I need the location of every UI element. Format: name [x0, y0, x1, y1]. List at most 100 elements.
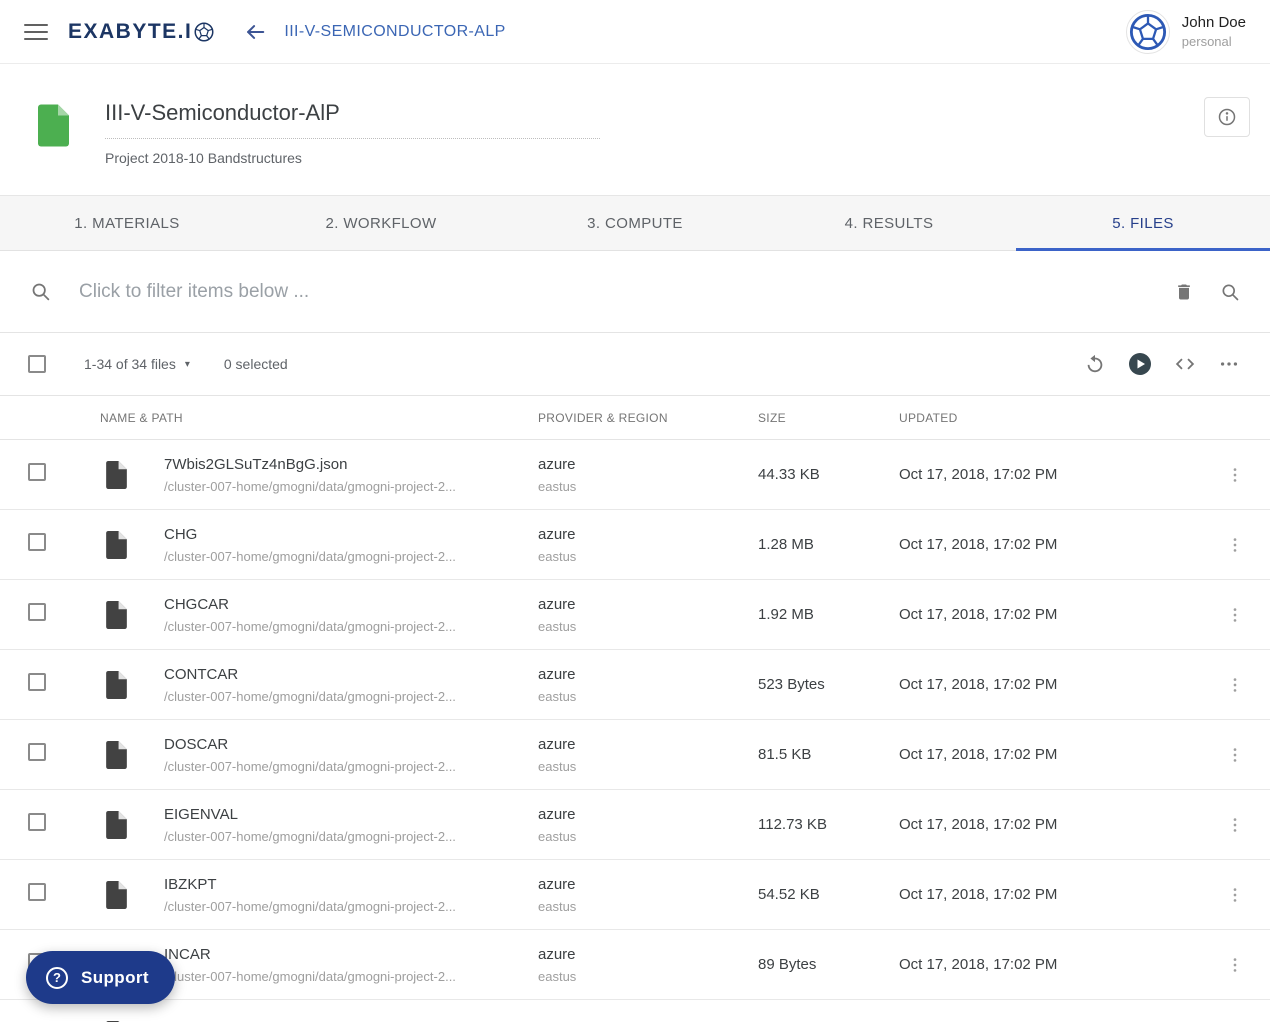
tab-5-files[interactable]: 5. FILES	[1016, 196, 1270, 251]
row-checkbox[interactable]	[28, 673, 46, 691]
delete-button[interactable]	[1174, 282, 1194, 302]
provider: azure	[538, 455, 576, 473]
table-row[interactable]: 7Wbis2GLSuTz4nBgG.json /cluster-007-home…	[0, 440, 1270, 510]
pagination-dropdown[interactable]: 1-34 of 34 files ▾	[84, 356, 190, 372]
more-vert-icon	[1233, 607, 1237, 622]
table-row[interactable]: CHGCAR /cluster-007-home/gmogni/data/gmo…	[0, 580, 1270, 650]
table-row[interactable]: IBZKPT /cluster-007-home/gmogni/data/gmo…	[0, 860, 1270, 930]
row-menu-button[interactable]	[1225, 675, 1245, 695]
row-menu-cell	[1200, 535, 1270, 555]
top-navbar: EXABYTE.I III-V-SEMICONDUCTOR-ALP John D…	[0, 0, 1270, 64]
support-button[interactable]: ? Support	[26, 951, 175, 1004]
provider-region-cell: azure eastus	[538, 876, 758, 914]
user-avatar[interactable]	[1125, 9, 1170, 54]
file-updated: Oct 17, 2018, 17:02 PM	[899, 466, 1058, 483]
project-file-icon	[38, 104, 69, 147]
support-label: Support	[81, 967, 149, 987]
file-path: /cluster-007-home/gmogni/data/gmogni-pro…	[164, 548, 456, 564]
row-menu-button[interactable]	[1225, 955, 1245, 975]
provider: azure	[538, 595, 576, 613]
file-size: 54.52 KB	[758, 886, 820, 903]
row-checkbox[interactable]	[28, 813, 46, 831]
row-menu-button[interactable]	[1225, 885, 1245, 905]
tabs-bar: 1. MATERIALS 2. WORKFLOW 3. COMPUTE 4. R…	[0, 195, 1270, 251]
row-menu-button[interactable]	[1225, 605, 1245, 625]
name-path-cell: INCAR /cluster-007-home/gmogni/data/gmog…	[148, 946, 538, 984]
select-all-checkbox[interactable]	[28, 355, 46, 373]
file-icon	[105, 460, 127, 489]
provider-region-cell: azure eastus	[538, 946, 758, 984]
table-row[interactable]: INCAR /cluster-007-home/gmogni/data/gmog…	[0, 930, 1270, 1000]
toolbar-actions	[1084, 352, 1240, 376]
tab-label: 4. RESULTS	[844, 214, 934, 232]
more-vert-icon	[1233, 467, 1237, 482]
table-row[interactable]: DOSCAR /cluster-007-home/gmogni/data/gmo…	[0, 720, 1270, 790]
list-toolbar: 1-34 of 34 files ▾ 0 selected	[0, 333, 1270, 395]
tab-3-compute[interactable]: 3. COMPUTE	[508, 196, 762, 250]
page-subtitle: Project 2018-10 Bandstructures	[105, 150, 302, 166]
name-path-cell: CHGCAR /cluster-007-home/gmogni/data/gmo…	[148, 596, 538, 634]
hamburger-menu-icon[interactable]	[24, 23, 48, 40]
file-name: DOSCAR	[164, 735, 229, 753]
code-button[interactable]	[1174, 353, 1196, 375]
more-vert-icon	[1233, 747, 1237, 762]
column-header-size[interactable]: SIZE	[758, 411, 899, 425]
file-updated: Oct 17, 2018, 17:02 PM	[899, 606, 1058, 623]
user-account: personal	[1181, 34, 1232, 49]
file-size: 1.92 MB	[758, 606, 814, 623]
row-menu-button[interactable]	[1225, 815, 1245, 835]
logo[interactable]: EXABYTE.I	[68, 20, 214, 44]
file-icon	[105, 880, 127, 909]
file-path: /cluster-007-home/gmogni/data/gmogni-pro…	[164, 618, 456, 634]
column-header-provider-region[interactable]: PROVIDER & REGION	[538, 411, 758, 425]
avatar-ball-icon	[1129, 13, 1166, 50]
file-table-body: 7Wbis2GLSuTz4nBgG.json /cluster-007-home…	[0, 440, 1270, 1022]
table-row[interactable]: CHG /cluster-007-home/gmogni/data/gmogni…	[0, 510, 1270, 580]
user-info[interactable]: John Doe personal	[1182, 14, 1254, 49]
file-updated: Oct 17, 2018, 17:02 PM	[899, 816, 1058, 833]
title-block: III-V-Semiconductor-AlP Project 2018-10 …	[105, 100, 600, 195]
row-checkbox[interactable]	[28, 743, 46, 761]
row-checkbox-cell	[0, 813, 84, 836]
row-checkbox[interactable]	[28, 603, 46, 621]
row-checkbox[interactable]	[28, 883, 46, 901]
run-button[interactable]	[1128, 352, 1152, 376]
table-row[interactable]: KPOINTS	[0, 1000, 1270, 1022]
table-row[interactable]: EIGENVAL /cluster-007-home/gmogni/data/g…	[0, 790, 1270, 860]
row-menu-button[interactable]	[1225, 535, 1245, 555]
file-path: /cluster-007-home/gmogni/data/gmogni-pro…	[164, 758, 456, 774]
more-button[interactable]	[1218, 353, 1240, 375]
tab-2-workflow[interactable]: 2. WORKFLOW	[254, 196, 508, 250]
region: eastus	[538, 688, 577, 704]
column-header-name-path[interactable]: NAME & PATH	[84, 411, 538, 425]
filter-actions	[1174, 282, 1240, 302]
provider: azure	[538, 665, 576, 683]
tab-4-results[interactable]: 4. RESULTS	[762, 196, 1016, 250]
search-button[interactable]	[1220, 282, 1240, 302]
search-icon	[1222, 284, 1239, 300]
tab-1-materials[interactable]: 1. MATERIALS	[0, 196, 254, 250]
row-menu-button[interactable]	[1225, 745, 1245, 765]
selected-count: 0 selected	[223, 356, 288, 372]
refresh-button[interactable]	[1084, 353, 1106, 375]
row-checkbox[interactable]	[28, 533, 46, 551]
row-checkbox[interactable]	[28, 463, 46, 481]
file-name: 7Wbis2GLSuTz4nBgG.json	[164, 455, 348, 473]
info-button[interactable]	[1204, 97, 1250, 137]
page-title: III-V-Semiconductor-AlP	[105, 100, 600, 139]
name-path-cell: EIGENVAL /cluster-007-home/gmogni/data/g…	[148, 806, 538, 844]
file-path: /cluster-007-home/gmogni/data/gmogni-pro…	[164, 898, 456, 914]
trash-icon	[1178, 284, 1190, 299]
file-icon	[105, 530, 127, 559]
row-checkbox-cell	[0, 603, 84, 626]
table-row[interactable]: CONTCAR /cluster-007-home/gmogni/data/gm…	[0, 650, 1270, 720]
file-icon	[105, 810, 127, 839]
back-arrow-icon[interactable]	[244, 21, 266, 43]
row-menu-button[interactable]	[1225, 465, 1245, 485]
filter-input[interactable]	[79, 280, 1154, 303]
more-vert-icon	[1233, 537, 1237, 552]
column-header-updated[interactable]: UPDATED	[899, 411, 1200, 425]
region: eastus	[538, 478, 577, 494]
tab-label: 5. FILES	[1112, 214, 1174, 232]
breadcrumb[interactable]: III-V-SEMICONDUCTOR-ALP	[284, 23, 505, 41]
